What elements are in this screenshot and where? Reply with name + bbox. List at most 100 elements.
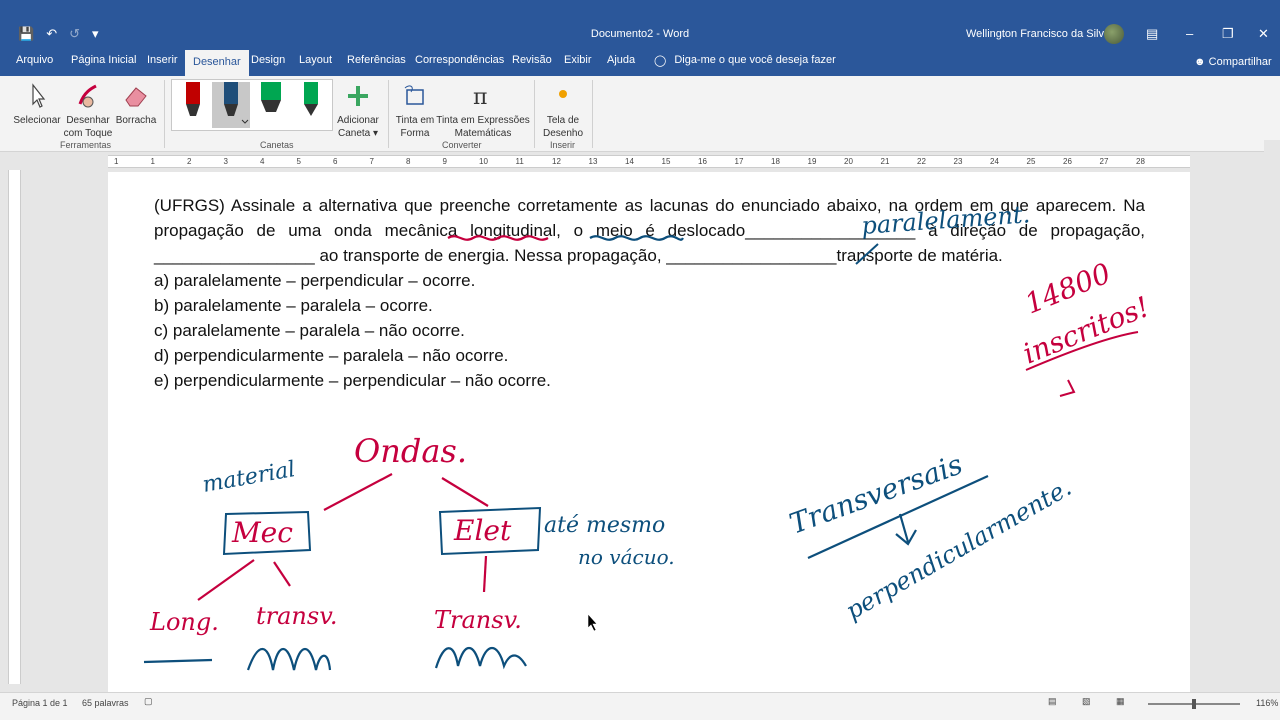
zoom-level[interactable]: 116%	[1256, 698, 1278, 708]
title-bar: 💾 ↶ ↺ ▾ Documento2 - Word Wellington Fra…	[0, 0, 1280, 46]
ribbon-tabs: Arquivo Página Inicial Inserir Desenhar …	[0, 46, 1280, 76]
ink-branch-long	[197, 559, 255, 601]
ruler-number: 20	[844, 157, 853, 166]
ink-longitudinal-line	[143, 658, 213, 664]
pen-red[interactable]	[174, 82, 212, 128]
ink-transversais-underline	[807, 474, 989, 560]
ink-material: material	[201, 457, 297, 498]
drawing-canvas-button[interactable]: Tela de Desenho	[540, 82, 586, 140]
proofing-icon[interactable]: ▢	[144, 696, 153, 707]
add-pen-label-1: Adicionar	[337, 115, 379, 126]
ruler-number: 4	[260, 157, 265, 166]
pencil-green[interactable]	[292, 82, 330, 128]
ink-transv-1: transv.	[256, 602, 338, 630]
lightbulb-icon: ◯	[654, 55, 667, 67]
tab-pagina-inicial[interactable]: Página Inicial	[71, 54, 136, 66]
ruler-number: 19	[807, 157, 817, 166]
ribbon-display-icon[interactable]: ▤	[1146, 26, 1158, 42]
ink-to-math-button[interactable]: π Tinta em Expressões Matemáticas	[436, 82, 530, 140]
draw-with-touch-button[interactable]: Desenhar com Toque	[62, 82, 114, 140]
ink-math-label-2: Matemáticas	[454, 128, 512, 139]
pen-gallery	[171, 79, 333, 131]
option-e[interactable]: e) perpendicularmente – perpendicular – …	[154, 368, 1145, 393]
horizontal-ruler[interactable]: 1 1 2 3 4 5 6 7 8 9 10 11 12 13 14 15 16 17 18 19 20 21 22 23 24…	[108, 155, 1190, 168]
pen-blue[interactable]	[212, 82, 250, 128]
chevron-down-icon: ▾	[373, 128, 379, 139]
group-separator	[592, 80, 593, 148]
canvas-icon	[559, 90, 567, 98]
vertical-scrollbar[interactable]	[1264, 140, 1280, 690]
ribbon: Selecionar Desenhar com Toque Borracha F…	[0, 76, 1280, 152]
group-separator	[164, 80, 165, 148]
group-separator	[388, 80, 389, 148]
question-paragraph[interactable]: (UFRGS) Assinale a alternativa que preen…	[154, 193, 1145, 268]
ruler-number: 21	[880, 157, 890, 166]
vertical-ruler[interactable]	[8, 170, 21, 684]
select-label: Selecionar	[13, 115, 61, 126]
ruler-number: 27	[1099, 157, 1109, 166]
close-button[interactable]: ✕	[1258, 26, 1269, 42]
page-count[interactable]: Página 1 de 1	[12, 698, 68, 708]
ink-perpendicularmente: perpendicularmente.	[841, 473, 1076, 625]
highlighter-green[interactable]	[252, 82, 290, 128]
share-button[interactable]: ☻ Compartilhar	[1194, 56, 1272, 68]
add-pen-label-2: Caneta	[337, 128, 371, 139]
print-layout-icon[interactable]: ▧	[1082, 696, 1091, 707]
ink-branch-right	[441, 477, 489, 507]
document-page[interactable]: (UFRGS) Assinale a alternativa que preen…	[108, 172, 1190, 692]
ruler-number: 17	[734, 157, 744, 166]
ink-long: Long.	[149, 608, 219, 636]
tab-desenhar[interactable]: Desenhar	[185, 50, 249, 76]
group-separator	[534, 80, 535, 148]
ruler-number: 7	[369, 157, 374, 166]
tab-arquivo[interactable]: Arquivo	[16, 54, 53, 66]
ink-shape-label-2: Forma	[400, 128, 430, 139]
option-a[interactable]: a) paralelamente – perpendicular – ocorr…	[154, 268, 1145, 293]
mouse-cursor-icon	[587, 613, 598, 632]
web-layout-icon[interactable]: ▦	[1116, 696, 1125, 707]
option-c[interactable]: c) paralelamente – paralela – não ocorre…	[154, 318, 1145, 343]
group-canetas: Canetas	[260, 140, 294, 150]
minimize-button[interactable]: –	[1186, 26, 1193, 41]
add-pen-button[interactable]: Adicionar Caneta ▾	[334, 82, 382, 140]
user-name[interactable]: Wellington Francisco da Silva	[966, 28, 1110, 40]
tab-design[interactable]: Design	[251, 54, 285, 66]
tab-revisao[interactable]: Revisão	[512, 54, 552, 66]
document-body[interactable]: (UFRGS) Assinale a alternativa que preen…	[154, 193, 1145, 393]
avatar[interactable]	[1104, 24, 1124, 44]
maximize-button[interactable]: ❐	[1222, 26, 1234, 42]
zoom-slider-thumb[interactable]	[1192, 699, 1196, 709]
tab-exibir[interactable]: Exibir	[564, 54, 592, 66]
green-highlighter-icon	[261, 82, 281, 112]
ink-transversais: Transversais	[785, 448, 967, 541]
ruler-number: 28	[1136, 157, 1145, 166]
ruler-number: 9	[442, 157, 447, 166]
group-ferramentas: Ferramentas	[60, 140, 112, 150]
canvas-label-2: Desenho	[542, 128, 584, 139]
ink-shape-label-1: Tinta em	[395, 115, 435, 126]
touch-draw-icon	[78, 84, 97, 108]
word-count[interactable]: 65 palavras	[82, 698, 129, 708]
ruler-number: 18	[771, 157, 780, 166]
option-d[interactable]: d) perpendicularmente – paralela – não o…	[154, 343, 1145, 368]
tell-me-text: Diga-me o que você deseja fazer	[674, 54, 836, 66]
tab-layout[interactable]: Layout	[299, 54, 332, 66]
option-b[interactable]: b) paralelamente – paralela – ocorre.	[154, 293, 1145, 318]
ink-to-shape-button[interactable]: Tinta em Forma	[394, 82, 436, 140]
ruler-number: 5	[296, 157, 301, 166]
tab-inserir[interactable]: Inserir	[147, 54, 178, 66]
ruler-number: 8	[406, 157, 411, 166]
read-mode-icon[interactable]: ▤	[1048, 696, 1057, 707]
pi-icon: π	[473, 85, 487, 110]
blue-pen-icon	[224, 82, 249, 124]
tell-me-box[interactable]: ◯ Diga-me o que você deseja fazer	[654, 54, 836, 67]
group-converter: Converter	[442, 140, 482, 150]
select-button[interactable]: Selecionar	[12, 82, 62, 127]
tab-ajuda[interactable]: Ajuda	[607, 54, 635, 66]
tab-correspondencias[interactable]: Correspondências	[415, 54, 504, 66]
ruler-number: 3	[223, 157, 228, 166]
plus-icon	[348, 86, 368, 106]
ruler-number: 24	[990, 157, 999, 166]
eraser-button[interactable]: Borracha	[114, 82, 158, 127]
tab-referencias[interactable]: Referências	[347, 54, 406, 66]
